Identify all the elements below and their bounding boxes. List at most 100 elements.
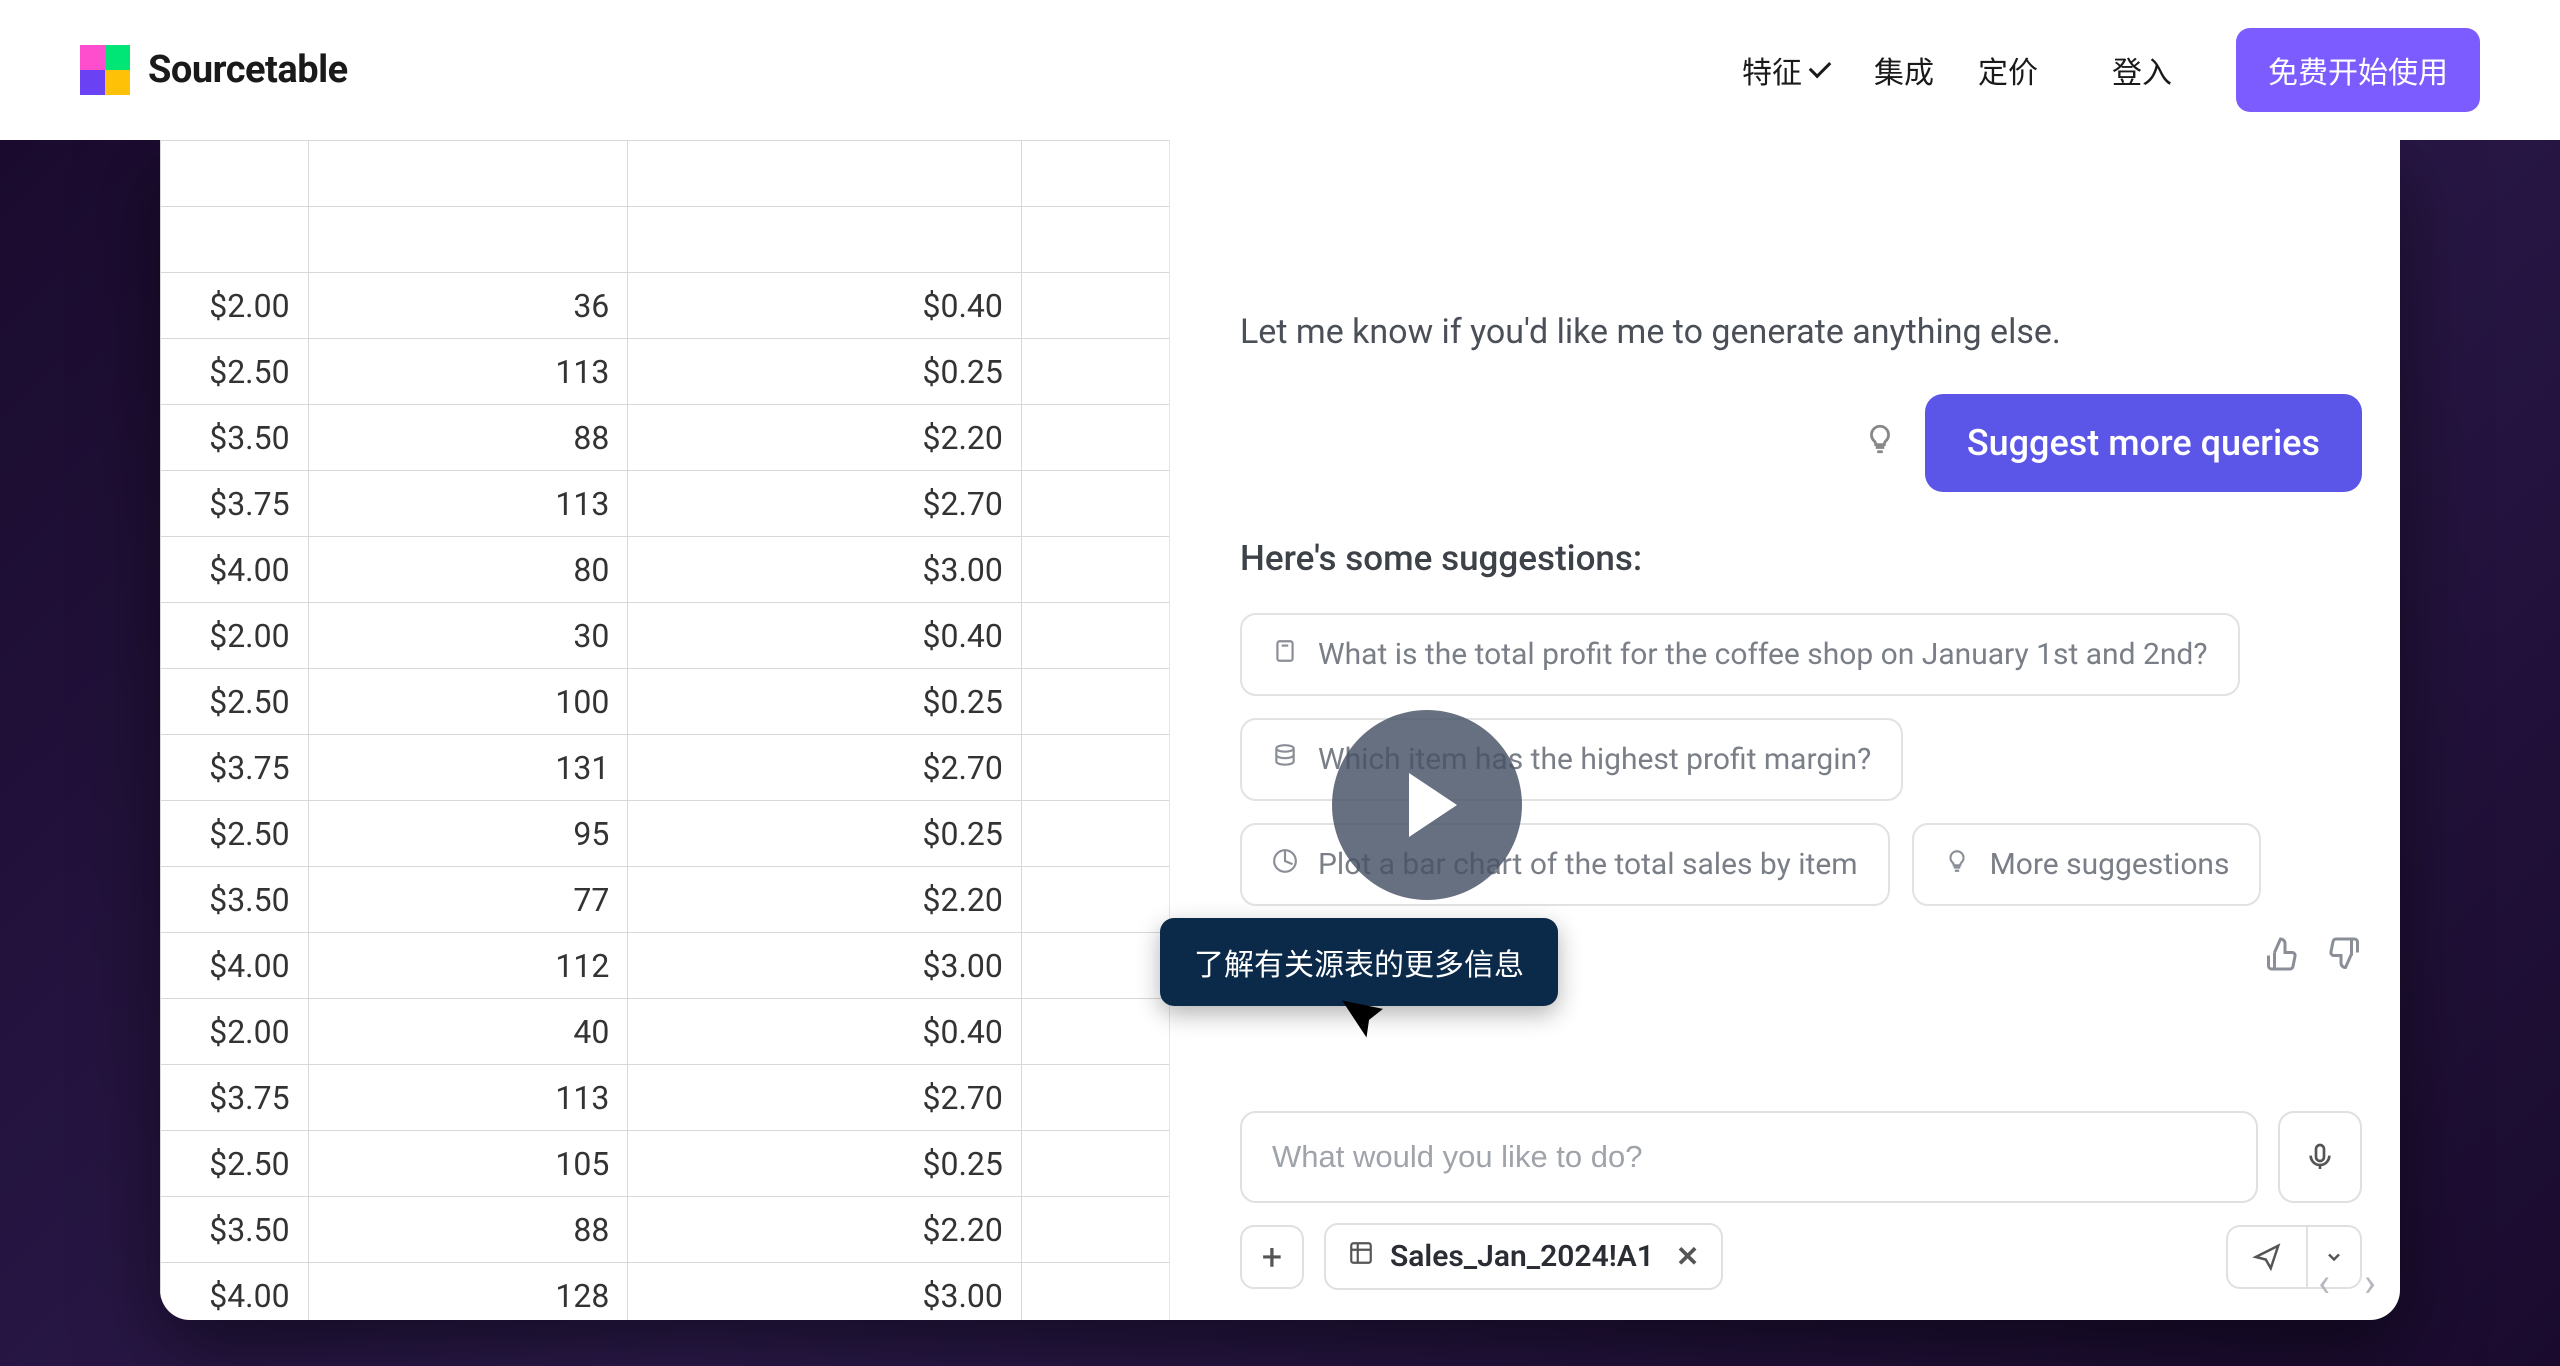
cell[interactable]: $2.70	[628, 1065, 1022, 1131]
table-row[interactable]: $2.0040$0.40	[161, 999, 1170, 1065]
cell[interactable]: $3.75	[161, 735, 309, 801]
cell[interactable]: 105	[308, 1131, 628, 1197]
cell[interactable]: $3.50	[161, 1197, 309, 1263]
cell[interactable]: $0.40	[628, 273, 1022, 339]
table-row[interactable]: $3.75113$2.70	[161, 1065, 1170, 1131]
add-context-button[interactable]: +	[1240, 1225, 1304, 1289]
cell[interactable]: 95	[308, 801, 628, 867]
cell[interactable]: $4.00	[161, 1263, 309, 1321]
spreadsheet[interactable]: $2.0036$0.40$2.50113$0.25$3.5088$2.20$3.…	[160, 140, 1170, 1320]
cell[interactable]: $2.20	[628, 405, 1022, 471]
cell[interactable]: 112	[308, 933, 628, 999]
suggestion-chip[interactable]: What is the total profit for the coffee …	[1240, 613, 2240, 696]
cell[interactable]: $2.70	[628, 735, 1022, 801]
table-row[interactable]: $3.5088$2.20	[161, 405, 1170, 471]
cell[interactable]: 80	[308, 537, 628, 603]
cell[interactable]: 113	[308, 1065, 628, 1131]
table-row[interactable]: $2.0030$0.40	[161, 603, 1170, 669]
cell[interactable]	[1021, 867, 1169, 933]
context-chip[interactable]: Sales_Jan_2024!A1 ✕	[1324, 1223, 1723, 1290]
spreadsheet-table[interactable]: $2.0036$0.40$2.50113$0.25$3.5088$2.20$3.…	[160, 140, 1169, 1320]
cell[interactable]	[1021, 735, 1169, 801]
cell[interactable]	[1021, 999, 1169, 1065]
cell[interactable]: $2.00	[161, 273, 309, 339]
table-row[interactable]: $2.5095$0.25	[161, 801, 1170, 867]
cell[interactable]: 36	[308, 273, 628, 339]
table-row[interactable]: $4.0080$3.00	[161, 537, 1170, 603]
cell[interactable]	[1021, 273, 1169, 339]
table-row[interactable]: $2.50105$0.25	[161, 1131, 1170, 1197]
table-row[interactable]: $3.75113$2.70	[161, 471, 1170, 537]
suggest-more-queries-button[interactable]: Suggest more queries	[1925, 394, 2362, 492]
send-button[interactable]	[2226, 1225, 2306, 1289]
cell[interactable]: $2.70	[628, 471, 1022, 537]
cell[interactable]	[1021, 603, 1169, 669]
table-row[interactable]: $3.5088$2.20	[161, 1197, 1170, 1263]
cell[interactable]: $0.40	[628, 603, 1022, 669]
nav-login[interactable]: 登入	[2112, 48, 2172, 92]
cell[interactable]: $0.40	[628, 999, 1022, 1065]
cell[interactable]	[628, 207, 1022, 273]
cell[interactable]	[1021, 801, 1169, 867]
cell[interactable]: $2.50	[161, 339, 309, 405]
cell[interactable]	[1021, 207, 1169, 273]
cell[interactable]: 113	[308, 339, 628, 405]
cell[interactable]	[1021, 1197, 1169, 1263]
compose-input[interactable]	[1240, 1111, 2258, 1203]
cell[interactable]	[628, 141, 1022, 207]
cell[interactable]: $4.00	[161, 933, 309, 999]
cell[interactable]: $2.00	[161, 999, 309, 1065]
table-row[interactable]: $3.75131$2.70	[161, 735, 1170, 801]
cell[interactable]: 113	[308, 471, 628, 537]
cell[interactable]: $3.75	[161, 471, 309, 537]
suggestion-chip-more[interactable]: More suggestions	[1912, 823, 2262, 906]
table-row[interactable]: $4.00128$3.00	[161, 1263, 1170, 1321]
cell[interactable]: 77	[308, 867, 628, 933]
cell[interactable]	[308, 207, 628, 273]
cell[interactable]	[1021, 405, 1169, 471]
cell[interactable]	[1021, 339, 1169, 405]
cell[interactable]: 88	[308, 405, 628, 471]
table-row[interactable]	[161, 207, 1170, 273]
cell[interactable]: $4.00	[161, 537, 309, 603]
cell[interactable]	[1021, 141, 1169, 207]
thumbs-up-icon[interactable]	[2264, 936, 2300, 981]
cell[interactable]	[1021, 1065, 1169, 1131]
table-row[interactable]	[161, 141, 1170, 207]
cell[interactable]: $2.20	[628, 1197, 1022, 1263]
play-button[interactable]	[1332, 710, 1522, 900]
cell[interactable]: $3.00	[628, 933, 1022, 999]
table-row[interactable]: $2.0036$0.40	[161, 273, 1170, 339]
cell[interactable]: 40	[308, 999, 628, 1065]
brand-logo[interactable]: Sourcetable	[80, 45, 348, 95]
cell[interactable]: 131	[308, 735, 628, 801]
thumbs-down-icon[interactable]	[2326, 936, 2362, 981]
cell[interactable]	[308, 141, 628, 207]
table-row[interactable]: $2.50113$0.25	[161, 339, 1170, 405]
table-row[interactable]: $2.50100$0.25	[161, 669, 1170, 735]
cell[interactable]: $2.20	[628, 867, 1022, 933]
cell[interactable]: $0.25	[628, 1131, 1022, 1197]
cell[interactable]: 100	[308, 669, 628, 735]
nav-pricing[interactable]: 定价	[1978, 48, 2038, 92]
cell[interactable]	[161, 141, 309, 207]
pager-prev[interactable]: ‹	[2318, 1259, 2330, 1306]
cta-start-free[interactable]: 免费开始使用	[2236, 28, 2480, 112]
cell[interactable]: $3.00	[628, 537, 1022, 603]
cell[interactable]	[1021, 537, 1169, 603]
cell[interactable]: $2.50	[161, 669, 309, 735]
cell[interactable]	[1021, 1263, 1169, 1321]
cell[interactable]	[1021, 1131, 1169, 1197]
cell[interactable]: $0.25	[628, 669, 1022, 735]
cell[interactable]: $3.50	[161, 405, 309, 471]
cell[interactable]: $0.25	[628, 801, 1022, 867]
cell[interactable]: $2.50	[161, 801, 309, 867]
cell[interactable]: $3.00	[628, 1263, 1022, 1321]
close-icon[interactable]: ✕	[1676, 1240, 1699, 1273]
pager-next[interactable]: ›	[2364, 1259, 2376, 1306]
cell[interactable]: 30	[308, 603, 628, 669]
table-row[interactable]: $3.5077$2.20	[161, 867, 1170, 933]
table-row[interactable]: $4.00112$3.00	[161, 933, 1170, 999]
cell[interactable]: 128	[308, 1263, 628, 1321]
cell[interactable]	[1021, 669, 1169, 735]
